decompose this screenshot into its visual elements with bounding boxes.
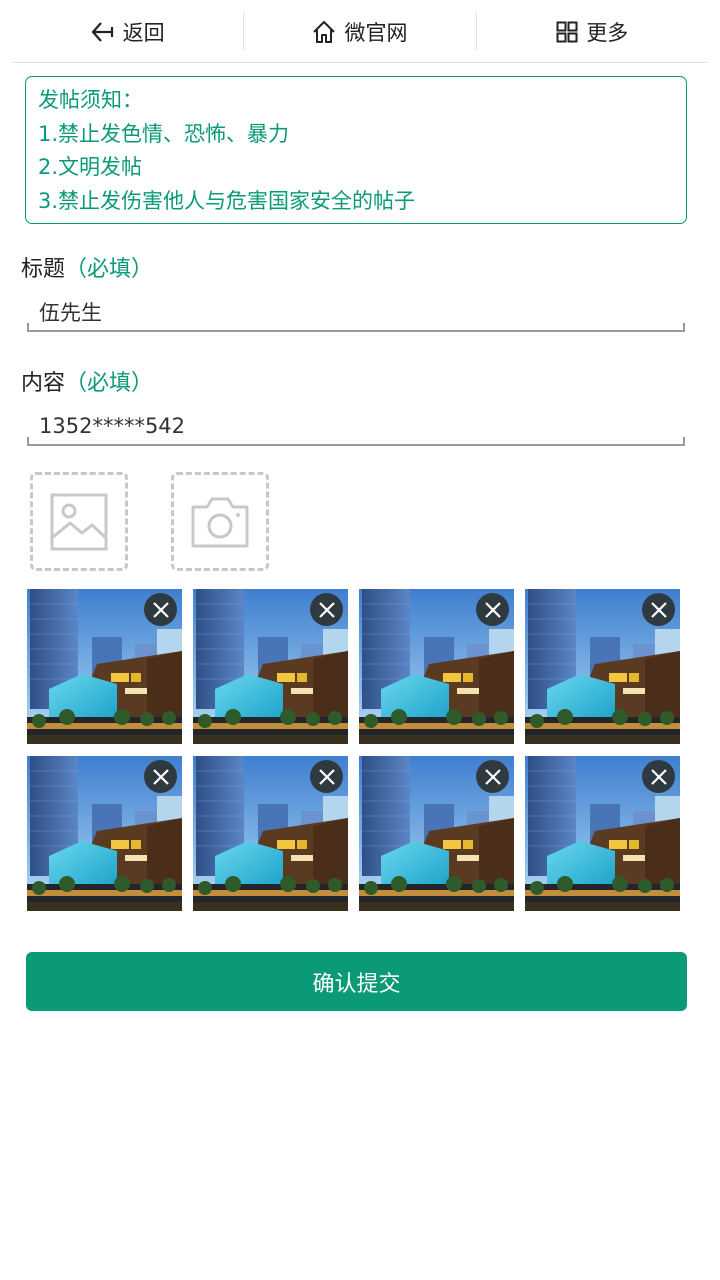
title-label: 标题（必填） bbox=[21, 251, 153, 283]
title-label-text: 标题 bbox=[21, 257, 66, 282]
delete-photo-button[interactable] bbox=[310, 760, 343, 793]
content-label-text: 内容 bbox=[21, 371, 66, 396]
title-input[interactable] bbox=[27, 292, 685, 332]
home-button[interactable]: 微官网 bbox=[244, 0, 475, 63]
delete-photo-button[interactable] bbox=[310, 593, 343, 626]
title-field bbox=[27, 292, 685, 332]
close-icon bbox=[650, 601, 667, 618]
take-photo-button[interactable] bbox=[171, 472, 269, 571]
close-icon bbox=[484, 601, 501, 618]
photo-thumbnail[interactable] bbox=[27, 589, 182, 744]
close-icon bbox=[484, 768, 501, 785]
close-icon bbox=[318, 601, 335, 618]
delete-photo-button[interactable] bbox=[144, 593, 177, 626]
image-icon bbox=[50, 493, 108, 550]
posting-notice: 发帖须知： 1.禁止发色情、恐怖、暴力 2.文明发帖 3.禁止发伤害他人与危害国… bbox=[25, 76, 687, 224]
photo-thumbnail[interactable] bbox=[193, 756, 348, 911]
more-label: 更多 bbox=[586, 20, 629, 45]
delete-photo-button[interactable] bbox=[642, 593, 675, 626]
photo-thumbnail[interactable] bbox=[359, 756, 514, 911]
close-icon bbox=[152, 601, 169, 618]
back-arrow-icon bbox=[91, 21, 113, 42]
close-icon bbox=[318, 768, 335, 785]
back-label: 返回 bbox=[122, 20, 165, 45]
more-button[interactable]: 更多 bbox=[477, 0, 708, 63]
delete-photo-button[interactable] bbox=[144, 760, 177, 793]
content-underline-tick bbox=[683, 437, 685, 446]
title-underline-tick bbox=[683, 323, 685, 332]
back-button[interactable]: 返回 bbox=[12, 0, 243, 63]
content-label: 内容（必填） bbox=[21, 365, 153, 397]
notice-line: 3.禁止发伤害他人与危害国家安全的帖子 bbox=[38, 188, 416, 213]
close-icon bbox=[152, 768, 169, 785]
home-icon bbox=[313, 20, 336, 43]
photo-thumbnail[interactable] bbox=[359, 589, 514, 744]
notice-line: 1.禁止发色情、恐怖、暴力 bbox=[38, 121, 290, 146]
notice-line: 2.文明发帖 bbox=[38, 155, 143, 179]
home-label: 微官网 bbox=[344, 20, 408, 45]
title-underline bbox=[27, 330, 685, 332]
close-icon bbox=[650, 768, 667, 785]
add-image-button[interactable] bbox=[30, 472, 128, 571]
top-navigation: 返回 微官网 更多 bbox=[12, 0, 708, 63]
content-required-hint: （必填） bbox=[65, 371, 154, 396]
photo-thumbnail[interactable] bbox=[27, 756, 182, 911]
photo-thumbnail[interactable] bbox=[193, 589, 348, 744]
title-underline-tick bbox=[27, 323, 29, 332]
content-underline-tick bbox=[27, 437, 29, 446]
camera-icon bbox=[191, 497, 249, 547]
delete-photo-button[interactable] bbox=[642, 760, 675, 793]
content-underline bbox=[27, 444, 685, 446]
submit-button[interactable]: 确认提交 bbox=[26, 952, 687, 1011]
photo-thumbnail[interactable] bbox=[525, 589, 680, 744]
grid-menu-icon bbox=[556, 21, 578, 42]
delete-photo-button[interactable] bbox=[476, 760, 509, 793]
content-input[interactable] bbox=[27, 406, 685, 446]
title-required-hint: （必填） bbox=[65, 257, 154, 282]
content-field bbox=[27, 406, 685, 446]
delete-photo-button[interactable] bbox=[476, 593, 509, 626]
notice-line: 发帖须知： bbox=[38, 88, 143, 112]
photo-thumbnail[interactable] bbox=[525, 756, 680, 911]
